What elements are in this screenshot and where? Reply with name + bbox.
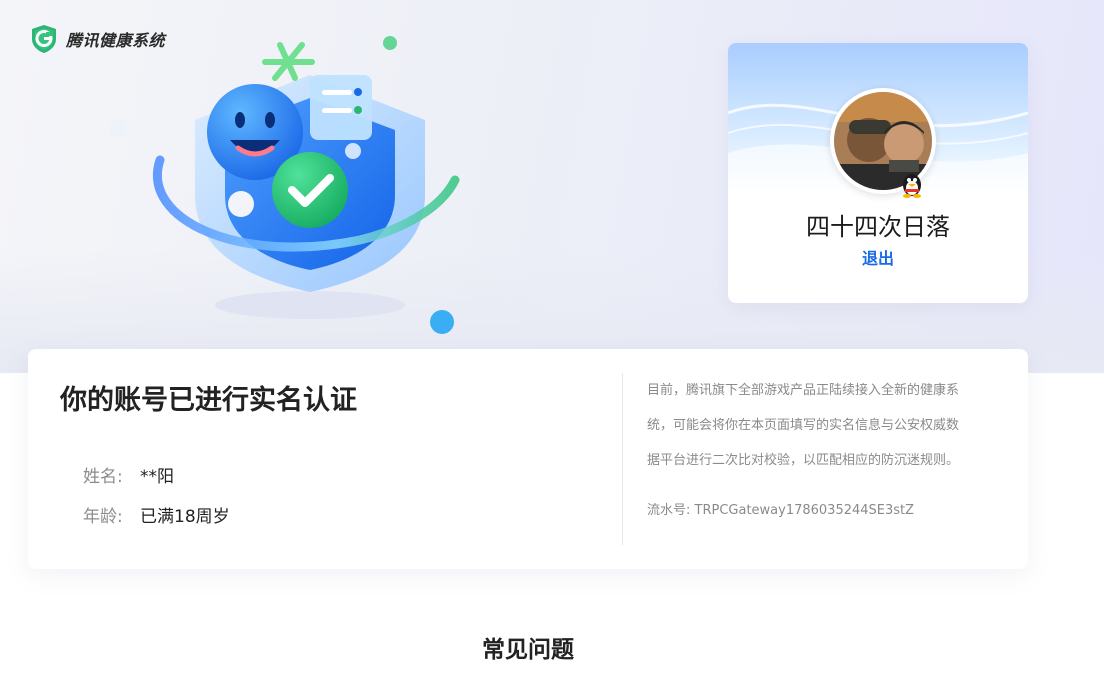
profile-card: 四十四次日落 退出 — [728, 43, 1028, 303]
field-name-row: 姓名: **阳 — [83, 462, 174, 487]
field-name-value: **阳 — [140, 467, 174, 487]
field-name-label: 姓名: — [83, 467, 123, 487]
serial-number: 流水号: TRPCGateway1786035244SE3stZ — [647, 503, 915, 518]
notice-line: 目前，腾讯旗下全部游戏产品正陆续接入全新的健康系 — [647, 383, 960, 398]
profile-name: 四十四次日落 — [806, 213, 950, 241]
logout-button[interactable]: 退出 — [728, 245, 1028, 269]
notice-line: 据平台进行二次比对校验，以匹配相应的防沉迷规则。 — [647, 453, 960, 468]
notice-text: 目前，腾讯旗下全部游戏产品正陆续接入全新的健康系 统，可能会将你在本页面填写的实… — [647, 373, 992, 478]
faq-title: 常见问题 — [482, 637, 574, 663]
verification-card: 你的账号已进行实名认证 姓名: **阳 年龄: 已满18周岁 目前，腾讯旗下全部… — [28, 349, 1028, 569]
notice-line: 统，可能会将你在本页面填写的实名信息与公安权威数 — [647, 418, 960, 433]
hero-banner: 腾讯健康系统 四十四次日落 退出 — [0, 0, 1104, 373]
field-age-label: 年龄: — [83, 507, 123, 527]
field-age-row: 年龄: 已满18周岁 — [83, 502, 230, 527]
shield-g-icon — [32, 25, 56, 53]
card-divider — [622, 373, 623, 545]
shield-illustration — [109, 36, 460, 334]
field-age-value: 已满18周岁 — [140, 507, 230, 527]
qq-penguin-icon — [903, 174, 921, 198]
verification-title: 你的账号已进行实名认证 — [60, 385, 357, 416]
